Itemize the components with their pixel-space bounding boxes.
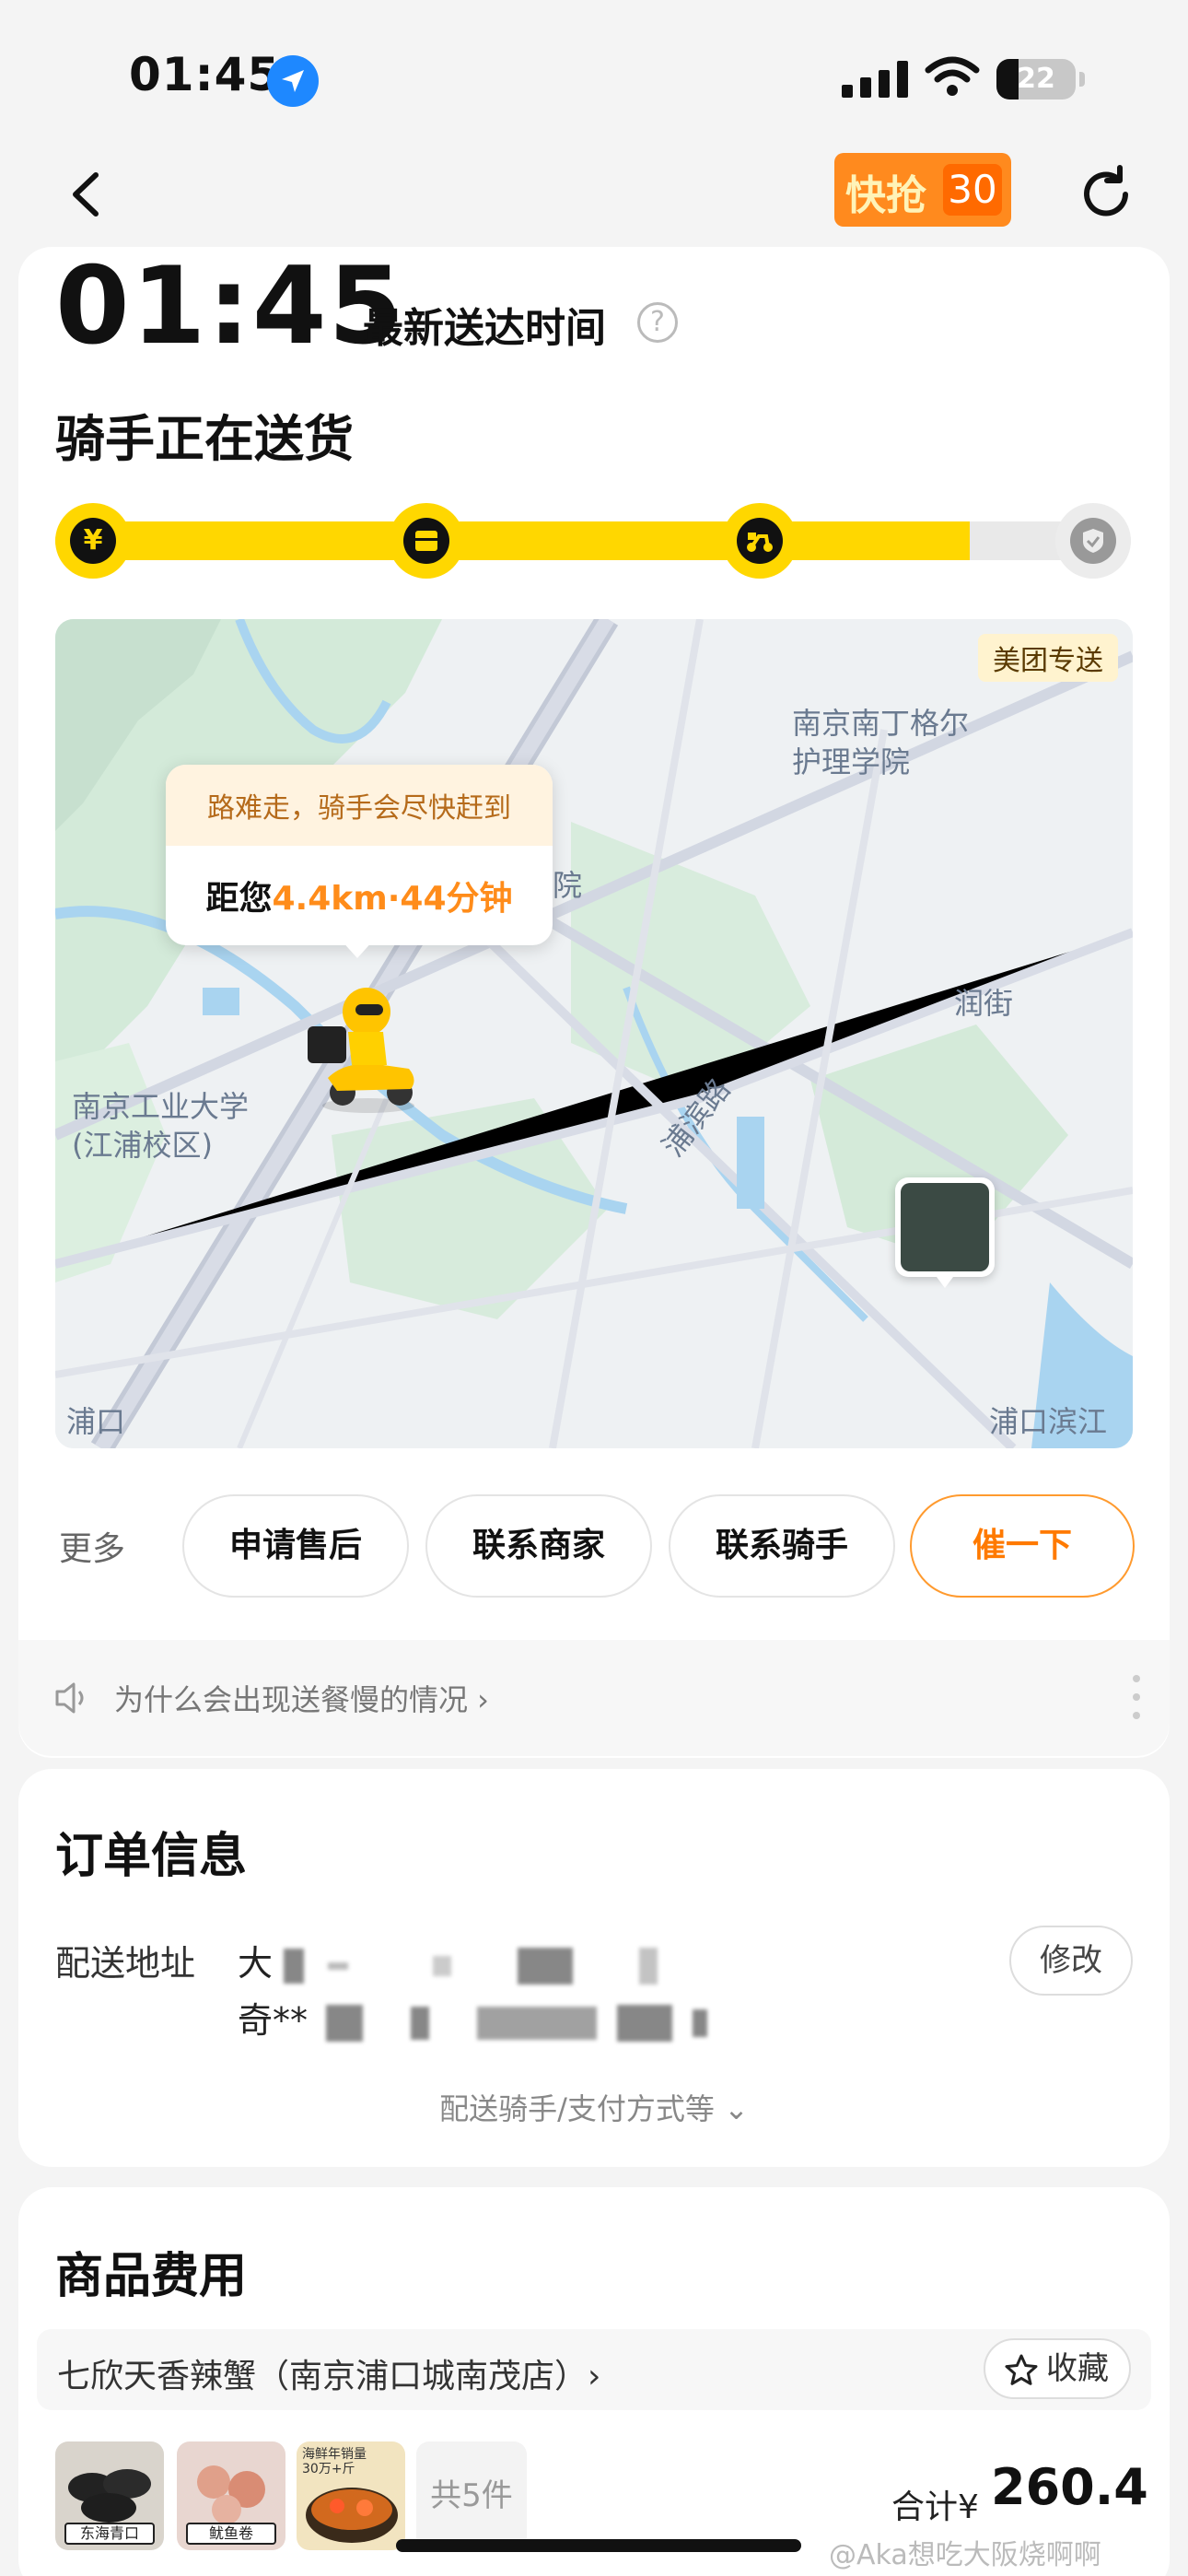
store-icon	[403, 518, 449, 564]
shop-name[interactable]: 七欣天香辣蟹（南京浦口城南茂店）›	[57, 2349, 600, 2397]
speaker-icon	[52, 1677, 94, 1723]
urge-button[interactable]: 催一下	[910, 1494, 1135, 1598]
meituan-delivery-badge: 美团专送	[978, 634, 1118, 682]
map-label-yuan: 院	[553, 868, 583, 903]
goods-cost-title: 商品费用	[55, 2249, 248, 2304]
total-label: 合计¥	[891, 2488, 979, 2526]
progress-fill	[55, 521, 970, 560]
address-line-2: 奇**	[238, 1992, 708, 2043]
tooltip-warning: 路难走，骑手会尽快赶到	[207, 792, 511, 825]
location-arrow-icon	[267, 55, 319, 107]
goods-thumb-mussels[interactable]: 东海青口	[55, 2441, 164, 2550]
map-label-pukou-riverside: 浦口滨江	[989, 1404, 1108, 1439]
battery-icon: 22	[996, 59, 1076, 100]
address-line-1: 大	[238, 1935, 658, 1985]
watermark: @Aka想吃大阪烧啊啊	[829, 2539, 1101, 2571]
delivery-status: 骑手正在送货	[55, 410, 354, 468]
status-bar: 01:45 22	[0, 0, 1188, 147]
eta-label: 最新送达时间	[363, 305, 606, 352]
goods-thumb-seafood-pot[interactable]: 海鲜年销量 30万+斤	[297, 2441, 405, 2550]
progress-step-store	[389, 503, 464, 579]
shield-check-icon	[1070, 518, 1116, 564]
contact-merchant-button[interactable]: 联系商家	[425, 1494, 652, 1598]
more-dots-icon[interactable]	[1131, 1671, 1142, 1727]
modify-address-button[interactable]: 修改	[1009, 1926, 1133, 1996]
expand-order-details[interactable]: 配送骑手/支付方式等 ⌄	[0, 2086, 1188, 2128]
star-icon	[1005, 2354, 1038, 2385]
cellular-signal-icon	[842, 61, 908, 103]
shop-row[interactable]: 七欣天香辣蟹（南京浦口城南茂店）› 收藏	[37, 2329, 1151, 2410]
yen-icon: ¥	[70, 518, 116, 564]
delivery-map[interactable]: 美团专送 南京南丁格尔 护理学院 润街 南京工业大学 (江浦校区) 浦滨路 浦口…	[55, 619, 1133, 1448]
quick-grab-badge[interactable]: 快抢 30	[834, 153, 1011, 227]
refresh-icon	[1084, 165, 1128, 217]
goods-count: 共5件	[416, 2441, 527, 2550]
progress-step-paid: ¥	[55, 503, 131, 579]
scooter-icon	[737, 518, 783, 564]
quick-grab-label: 快抢	[845, 172, 926, 219]
delay-notice[interactable]: 为什么会出现送餐慢的情况 ›	[18, 1640, 1170, 1756]
map-label-university: 南京工业大学 (江浦校区)	[72, 1089, 250, 1163]
chevron-left-icon	[73, 172, 99, 217]
tooltip-distance: 距您4.4km·44分钟	[205, 880, 513, 918]
map-label-nursing-college: 南京南丁格尔 护理学院	[792, 706, 970, 779]
help-icon[interactable]: ?	[637, 302, 678, 343]
home-indicator[interactable]	[396, 2539, 801, 2552]
map-label-runjie: 润街	[954, 986, 1014, 1021]
status-time: 01:45	[129, 48, 281, 101]
wifi-icon	[925, 55, 980, 103]
eta-time: 01:45	[55, 244, 405, 369]
delivery-address-label: 配送地址	[55, 1943, 196, 1984]
delivery-progress	[55, 521, 1131, 560]
goods-thumb-squid[interactable]: 鱿鱼卷	[177, 2441, 285, 2550]
order-info-title: 订单信息	[55, 1829, 248, 1884]
progress-step-delivered	[1055, 503, 1131, 579]
battery-level: 22	[1017, 63, 1055, 95]
total-value: 260.4	[991, 2458, 1148, 2516]
store-photo	[901, 1183, 989, 1271]
refresh-button[interactable]	[1074, 162, 1138, 227]
store-location-marker[interactable]	[895, 1177, 995, 1288]
quick-grab-count: 30	[943, 164, 1002, 216]
contact-rider-button[interactable]: 联系骑手	[669, 1494, 895, 1598]
after-sales-button[interactable]: 申请售后	[182, 1494, 409, 1598]
map-label-pukou: 浦口	[66, 1404, 126, 1439]
more-actions-label[interactable]: 更多	[59, 1522, 125, 1570]
map-background	[55, 619, 1133, 1448]
rider-marker-icon	[291, 977, 438, 1124]
back-button[interactable]	[55, 162, 120, 227]
progress-step-riding	[722, 503, 798, 579]
rider-eta-tooltip: 路难走，骑手会尽快赶到 距您4.4km·44分钟	[166, 765, 553, 958]
favorite-button[interactable]: 收藏	[984, 2338, 1131, 2399]
delay-notice-text: 为什么会出现送餐慢的情况 ›	[114, 1682, 489, 1717]
